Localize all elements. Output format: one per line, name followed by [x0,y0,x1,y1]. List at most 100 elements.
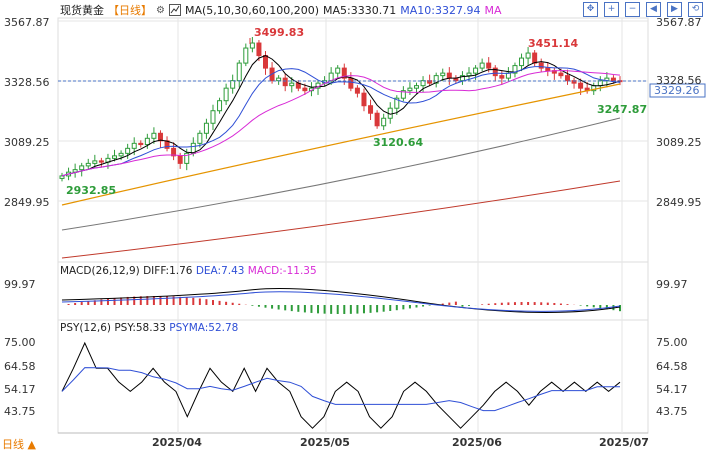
candle-down [354,87,360,94]
ma-extra: MA [484,3,502,17]
candle-up [236,62,242,82]
psy-chart [61,341,621,429]
ma5-line [61,55,621,177]
candle-up [144,137,150,146]
annotation-high-2: 3451.14 [528,37,578,50]
candle-up [230,80,236,89]
period-label[interactable]: 【日线】 [108,2,152,18]
ma200-line [61,180,621,259]
macd-tick-right: 99.97 [656,278,688,291]
left-tick-1: 3567.87 [4,16,50,29]
macd-title: MACD(26,12,9) DIFF:1.76 DEA:7.43 MACD:-1… [60,265,317,277]
macd-diff-line [61,288,621,313]
candle-up [197,132,203,144]
macd-chart [61,288,621,314]
ma5-value: MA5:3330.71 [323,3,397,17]
move-icon[interactable]: ✥ [583,2,598,17]
candle-up [381,117,387,127]
candle-down [446,72,452,79]
candle-down [558,72,564,77]
candle-down [256,42,262,57]
candle-down [564,75,570,82]
zoom-in-icon[interactable]: + [604,2,619,17]
candle-down [138,142,144,146]
left-tick-2: 3328.56 [4,76,50,89]
psy-line [61,341,621,429]
candle-down [545,67,551,72]
annotation-low-2: 2932.85 [66,184,116,197]
candle-down [610,77,616,82]
candle-down [263,55,269,69]
candle-down [486,62,492,69]
candle-up [407,87,413,92]
candles[interactable] [59,37,623,182]
candle-up [413,85,419,89]
pan-left-icon[interactable]: ◀ [646,2,661,17]
candle-up [79,165,85,171]
macd-tick-left: 99.97 [4,278,36,291]
candle-down [282,77,288,87]
candle-up [249,42,255,49]
time-label-apr: 2025/04 [152,436,202,449]
candle-down [578,82,584,89]
candle-up [466,72,472,77]
indicator-toggle-icon[interactable] [168,4,181,16]
time-label-jul: 2025/07 [599,436,649,449]
right-tick-4: 2849.95 [656,196,702,209]
macd-diff: DIFF:1.76 [143,265,193,277]
zoom-out-icon[interactable]: − [625,2,640,17]
left-tick-3: 3089.25 [4,136,50,149]
candle-down [177,155,183,164]
ma30-line [61,69,621,177]
macd-label: MACD(26,12,9) [60,265,140,277]
candle-down [98,160,104,163]
candle-up [479,62,485,69]
chart-header: 现货黄金 【日线】 ⚙ MA(5,10,30,60,100,200) MA5:3… [60,2,501,18]
ma10-line [61,66,621,177]
candle-down [361,92,367,107]
macd-dea-line [61,291,621,312]
candle-down [348,77,354,89]
time-label-may: 2025/05 [300,436,350,449]
candle-up [203,122,209,134]
right-tick-3: 3089.25 [656,136,702,149]
ma-lines [61,55,621,259]
candle-up [59,175,65,179]
psyma-value: PSYMA:52.78 [169,322,239,334]
candle-up [210,110,216,124]
candle-up [440,72,446,77]
symbol-name[interactable]: 现货黄金 [60,2,104,18]
candle-down [532,52,538,64]
pan-right-icon[interactable]: ▶ [667,2,682,17]
candle-up [276,77,282,82]
candle-up [217,100,223,112]
psy-tick-right-3: 54.17 [656,383,688,396]
candle-up [85,162,91,167]
reset-icon[interactable]: ⟲ [688,2,703,17]
ma10-value: MA10:3327.94 [400,3,481,17]
candle-up [335,67,341,74]
annotation-high-1: 3499.83 [254,26,304,39]
candle-up [131,142,137,149]
psy-tick-right-2: 64.58 [656,360,688,373]
annotation-last-low: 3247.87 [597,103,647,116]
candle-up [519,57,525,67]
chart-stage[interactable]: 3329.26 3567.87 3328.56 3089.25 2849.95 … [0,0,709,453]
psy-tick-right-4: 43.75 [656,405,688,418]
psy-tick-right-1: 75.00 [656,336,688,349]
psy-title: PSY(12,6) PSY:58.33 PSYMA:52.78 [60,322,238,334]
candle-up [92,160,98,164]
chart-toolbar: ✥ + − ◀ ▶ ⟲ [583,2,703,17]
psy-tick-left-3: 54.17 [4,383,36,396]
candle-up [112,155,118,159]
right-tick-2: 3328.56 [656,74,702,87]
settings-icon[interactable]: ⚙ [156,5,165,16]
candle-down [499,75,505,79]
psy-tick-left-1: 75.00 [4,336,36,349]
candle-down [368,105,374,114]
candle-up [243,47,249,64]
psy-label: PSY(12,6) [60,322,111,334]
candle-up [125,147,131,154]
macd-value: MACD:-11.35 [247,265,317,277]
bottom-period-selector[interactable]: 日线 ▲ [0,437,48,453]
